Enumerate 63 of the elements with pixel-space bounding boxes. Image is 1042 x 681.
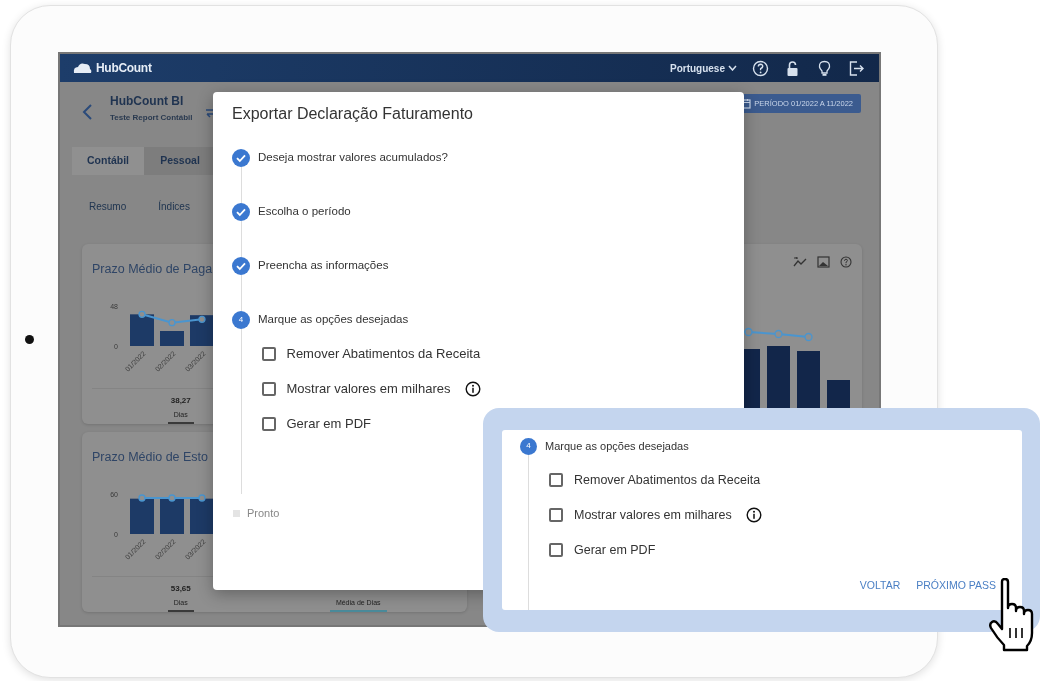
info-icon[interactable] (464, 381, 481, 397)
page-title: HubCount BI (110, 94, 185, 109)
caret-icon (728, 65, 737, 71)
line-point (168, 494, 176, 502)
image-icon[interactable] (817, 256, 830, 268)
option-label: Remover Abatimentos da Receita (574, 471, 761, 489)
summary-value: 53,65 (170, 583, 191, 594)
logo-text: HubCount (96, 60, 152, 77)
tab[interactable]: Pessoal (144, 147, 216, 175)
step-pending-icon (233, 510, 240, 517)
step-label: Preencha as informações (258, 258, 389, 274)
checkbox[interactable] (549, 543, 563, 557)
step-done-icon (232, 149, 250, 167)
line-point (198, 494, 206, 502)
lightbulb-icon[interactable] (816, 59, 833, 77)
text-button[interactable]: PRÓXIMO PASS (916, 577, 996, 594)
checkbox[interactable] (261, 382, 276, 396)
step-label: Deseja mostrar valores acumulados? (258, 150, 448, 166)
checkbox[interactable] (261, 347, 276, 361)
checkbox[interactable] (549, 473, 563, 487)
language-dropdown[interactable]: Portuguese (670, 60, 737, 76)
info-icon[interactable] (745, 507, 762, 523)
checkbox[interactable] (549, 508, 563, 522)
line-point (168, 319, 176, 327)
card-title: Prazo Médio de Esto (92, 449, 209, 466)
logo-icon (72, 61, 92, 75)
option-label: Mostrar valores em milhares (286, 380, 451, 399)
line-point (198, 315, 206, 323)
line-point (138, 494, 146, 502)
page-subtitle: Teste Report Contábil (110, 112, 193, 124)
chart-bar (130, 498, 154, 534)
chart-bar (130, 314, 154, 346)
step-label: Pronto (247, 506, 280, 522)
chart-bar (190, 498, 214, 534)
line-point (804, 332, 813, 342)
chart-bar (190, 315, 214, 346)
step-label: Marque as opções desejadas (545, 438, 689, 454)
chart-bar (160, 498, 184, 534)
summary-value: 38,27 (170, 395, 191, 406)
step-label: Marque as opções desejadas (258, 312, 409, 328)
trend-icon[interactable] (793, 256, 807, 268)
modal-title: Exportar Declaração Faturamento (232, 104, 474, 124)
step-label: Escolha o período (258, 204, 351, 220)
subtab-link[interactable]: Resumo (89, 199, 127, 214)
tab[interactable]: Contábil (72, 147, 144, 175)
line-point (744, 327, 753, 337)
option-label: Mostrar valores em milhares (574, 506, 732, 524)
option-label: Gerar em PDF (286, 415, 371, 434)
option-label: Gerar em PDF (574, 541, 656, 559)
line-point (774, 329, 783, 339)
text-button[interactable]: VOLTAR (859, 577, 901, 594)
step-number: 4 (520, 437, 537, 455)
card-title: Prazo Médio de Paga (92, 261, 213, 278)
subtab-link[interactable]: Índices (158, 199, 190, 214)
chart-bar (160, 331, 184, 346)
step-done-icon (232, 203, 250, 221)
step-done-icon (232, 257, 250, 275)
option-label: Remover Abatimentos da Receita (286, 345, 481, 364)
checkbox[interactable] (261, 417, 276, 431)
logout-icon[interactable] (848, 59, 865, 77)
line-point (138, 310, 146, 318)
camera-dot (25, 335, 34, 344)
step-number: 4 (232, 311, 250, 329)
